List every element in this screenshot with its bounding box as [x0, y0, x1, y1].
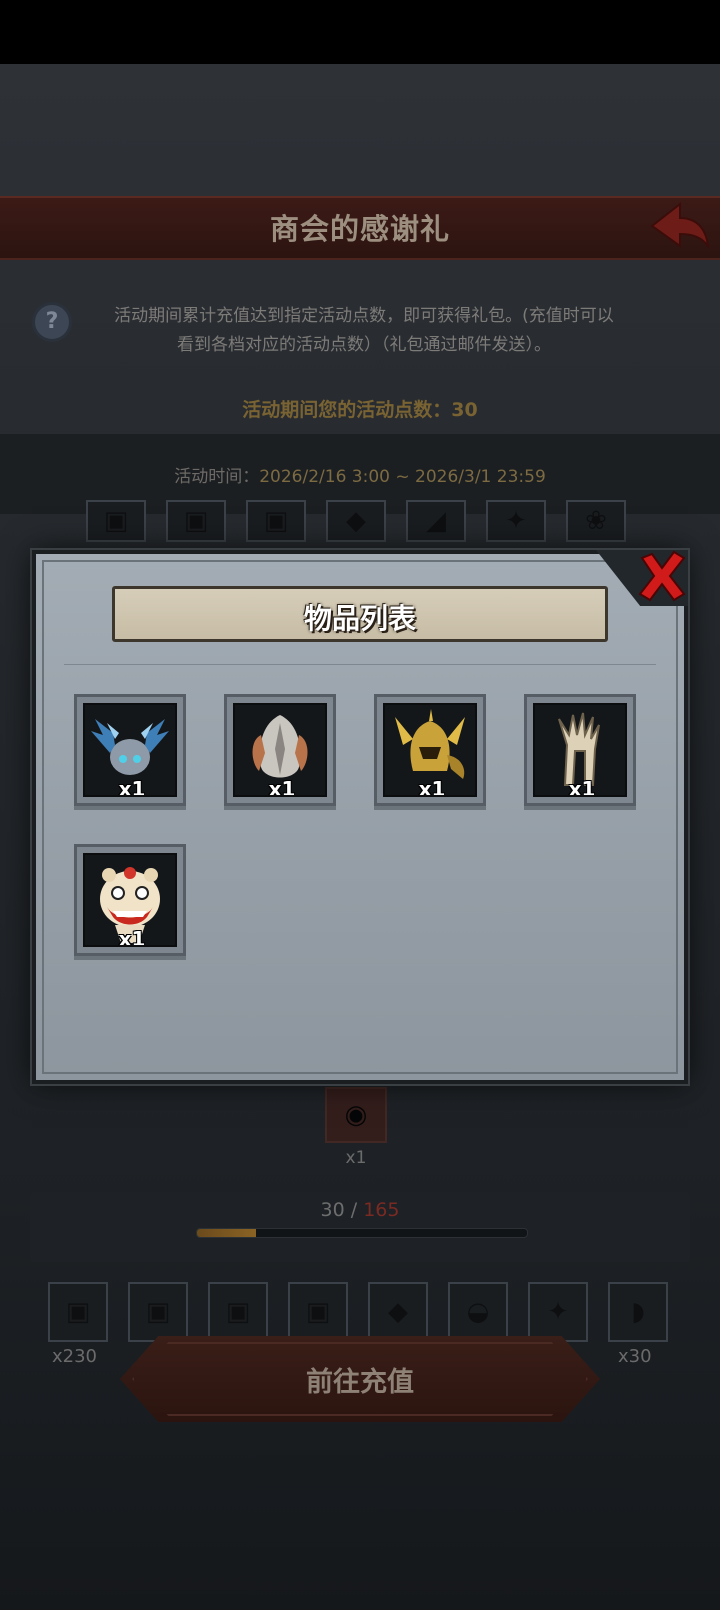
status-bar — [0, 0, 720, 64]
herb-icon: ❀ — [566, 500, 626, 542]
progress-max: 165 — [363, 1199, 400, 1221]
chest-icon: ▣ — [246, 500, 306, 542]
ore-icon: ✦ — [486, 500, 546, 542]
points-value: 30 — [451, 399, 478, 421]
item-slot[interactable]: x1 — [74, 694, 186, 806]
progress-text: 30 / 165 — [0, 1199, 720, 1221]
item-frame: x1 — [83, 703, 177, 797]
divider — [64, 664, 656, 665]
progress-current: 30 — [320, 1199, 345, 1221]
item-quantity: x1 — [118, 927, 146, 947]
help-icon[interactable]: ? — [32, 302, 72, 342]
item-quantity: x1 — [418, 777, 446, 797]
activity-description: 活动期间累计充值达到指定活动点数，即可获得礼包。(充值时可以 看到各档对应的活动… — [84, 302, 644, 360]
back-arrow-icon[interactable] — [646, 200, 712, 250]
chest-icon[interactable]: ▣ — [288, 1282, 348, 1342]
feather-icon: ◢ — [406, 500, 466, 542]
item-quantity: x1 — [568, 777, 596, 797]
reward-item[interactable]: ◉ — [325, 1087, 387, 1143]
reward-item-quantity: x1 — [345, 1148, 367, 1168]
activity-time: 活动时间：2026/2/16 3:00 ~ 2026/3/1 23:59 — [0, 462, 720, 487]
description-line-1: 活动期间累计充值达到指定活动点数，即可获得礼包。(充值时可以 — [114, 306, 614, 326]
progress-bar-fill — [197, 1229, 257, 1237]
time-label: 活动时间： — [174, 467, 260, 487]
chest-icon[interactable]: ▣ — [48, 1282, 108, 1342]
recharge-button-label[interactable]: 前往充值 — [120, 1360, 600, 1399]
points-label: 活动期间您的活动点数： — [242, 399, 452, 421]
item-quantity: x1 — [118, 777, 146, 797]
item-slot[interactable]: x1 — [74, 844, 186, 956]
item-frame: x1 — [233, 703, 327, 797]
close-icon[interactable] — [634, 548, 690, 604]
chest-icon: ▣ — [86, 500, 146, 542]
crystal-icon[interactable]: ◆ — [368, 1282, 428, 1342]
item-frame: x1 — [533, 703, 627, 797]
description-line-2: 看到各档对应的活动点数）（礼包通过邮件发送）。 — [177, 335, 551, 355]
time-value: 2026/2/16 3:00 ~ 2026/3/1 23:59 — [259, 467, 546, 487]
item-frame: x1 — [83, 853, 177, 947]
item-slot[interactable]: x1 — [524, 694, 636, 806]
chest-icon[interactable]: ▣ — [128, 1282, 188, 1342]
item-quantity: x1 — [268, 777, 296, 797]
item-slot[interactable]: x1 — [374, 694, 486, 806]
page-title: 商会的感谢礼 — [269, 212, 450, 246]
activity-points: 活动期间您的活动点数：30 — [0, 395, 720, 422]
shell-icon[interactable]: ◗ — [608, 1282, 668, 1342]
modal-title: 物品列表 — [303, 602, 416, 635]
reward-quantity: x30 — [618, 1346, 652, 1367]
stone-icon: ◆ — [326, 500, 386, 542]
chest-icon: ▣ — [166, 500, 226, 542]
chest-icon[interactable]: ▣ — [208, 1282, 268, 1342]
bowl-icon[interactable]: ◒ — [448, 1282, 508, 1342]
progress-bar — [196, 1228, 528, 1238]
progress-separator: / — [344, 1199, 364, 1221]
ore-icon[interactable]: ✦ — [528, 1282, 588, 1342]
reward-quantity: x230 — [52, 1346, 98, 1367]
item-frame: x1 — [383, 703, 477, 797]
item-slot[interactable]: x1 — [224, 694, 336, 806]
